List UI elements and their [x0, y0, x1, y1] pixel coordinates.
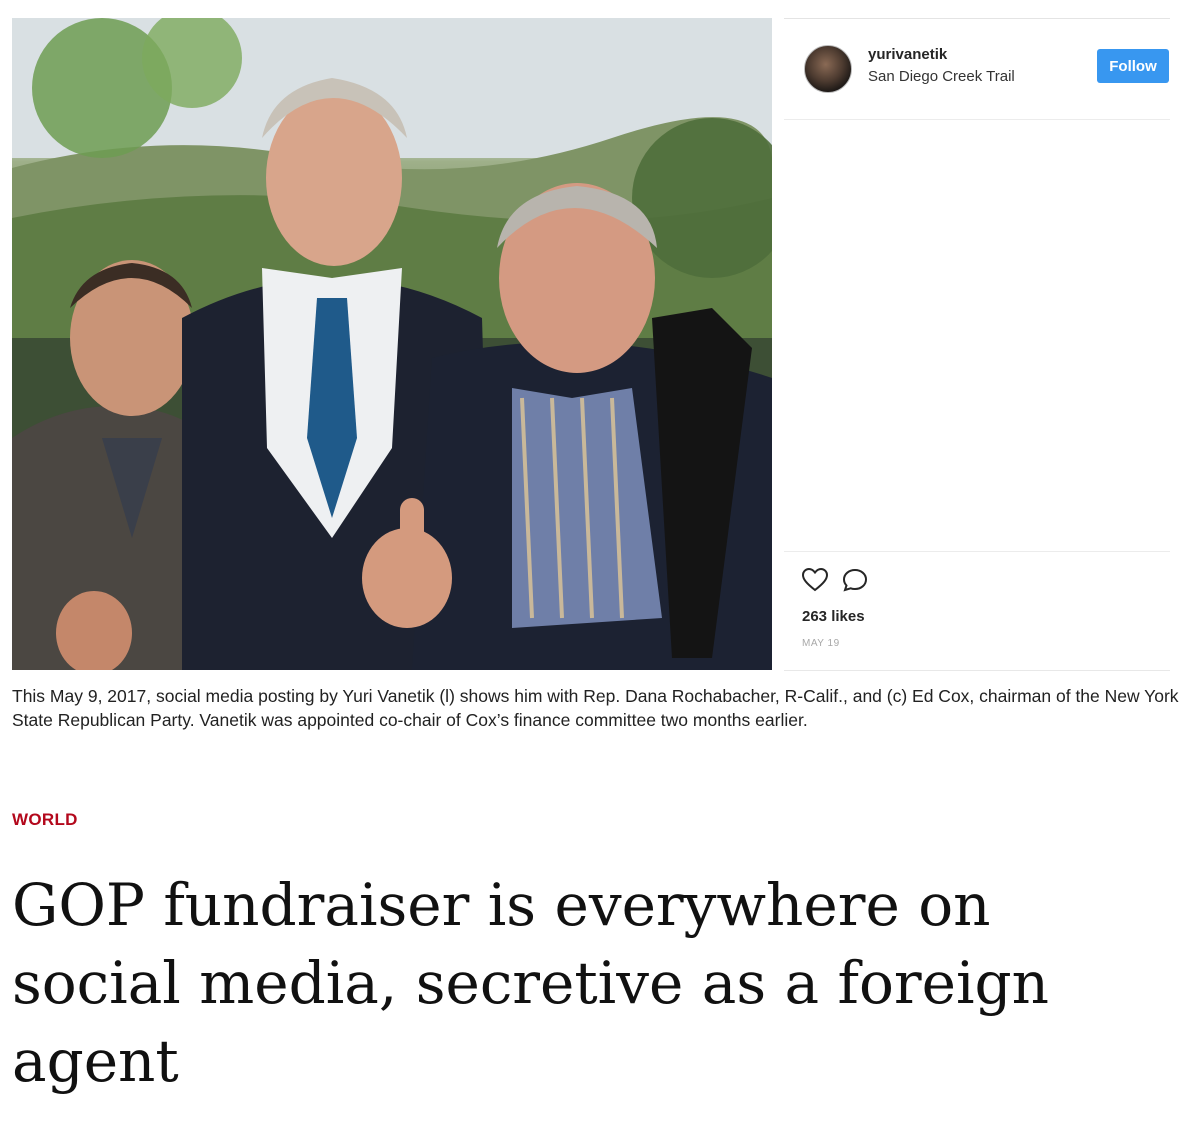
comment-icon[interactable]: [842, 568, 868, 592]
instagram-embed: yurivanetik San Diego Creek Trail Follow…: [12, 18, 1170, 671]
avatar[interactable]: [804, 45, 852, 93]
post-photo[interactable]: [12, 18, 772, 670]
likes-count[interactable]: 263 likes: [802, 608, 865, 625]
post-header: yurivanetik San Diego Creek Trail Follow: [784, 19, 1170, 120]
follow-button[interactable]: Follow: [1097, 49, 1169, 83]
post-date: MAY 19: [802, 638, 840, 649]
section-label[interactable]: WORLD: [12, 810, 78, 830]
post-sidepanel: yurivanetik San Diego Creek Trail Follow…: [784, 18, 1170, 671]
photo-illustration: [12, 18, 772, 670]
photo-caption: This May 9, 2017, social media posting b…: [12, 686, 1179, 730]
location[interactable]: San Diego Creek Trail: [868, 68, 1015, 85]
heart-icon[interactable]: [802, 568, 828, 592]
article-headline: GOP fundraiser is everywhere on social m…: [12, 871, 1050, 1095]
post-actions: 263 likes MAY 19: [784, 551, 1170, 672]
username[interactable]: yurivanetik: [868, 46, 947, 63]
divider: [784, 670, 1170, 671]
